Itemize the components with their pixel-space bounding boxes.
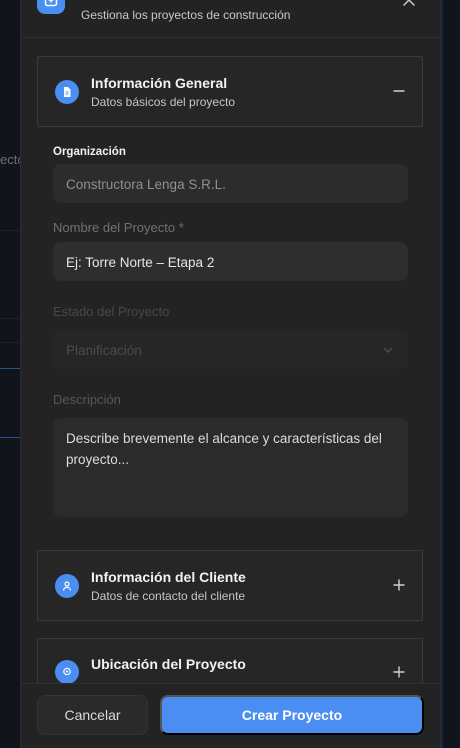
project-name-label: Nombre del Proyecto * xyxy=(53,220,184,235)
location-pin-icon xyxy=(55,660,79,683)
section-location-header[interactable]: Ubicación del Proyecto xyxy=(38,639,422,683)
expand-icon[interactable] xyxy=(392,578,406,592)
organization-label: Organización xyxy=(53,146,126,158)
section-general-header[interactable]: Información General Datos básicos del pr… xyxy=(38,57,422,127)
section-title: Información del Cliente xyxy=(91,569,246,585)
background-right-border xyxy=(441,0,443,748)
section-title: Información General xyxy=(91,75,228,91)
modal-footer: Cancelar Crear Proyecto xyxy=(21,683,440,748)
modal-body[interactable]: Información General Datos básicos del pr… xyxy=(21,39,440,683)
section-general-info[interactable]: Información General Datos básicos del pr… xyxy=(37,56,423,127)
modal-subtitle: Gestiona los proyectos de construcción xyxy=(81,8,291,22)
description-textarea[interactable]: Describe brevemente el alcance y caracte… xyxy=(53,418,408,517)
collapse-icon[interactable] xyxy=(392,84,406,98)
status-value: Planificación xyxy=(66,343,142,358)
section-title: Ubicación del Proyecto xyxy=(91,656,246,672)
cancel-button[interactable]: Cancelar xyxy=(37,695,148,735)
status-select[interactable]: Planificación xyxy=(53,330,408,369)
modal-header: Gestiona los proyectos de construcción xyxy=(21,0,440,38)
user-icon xyxy=(55,574,79,598)
section-client-info[interactable]: Información del Cliente Datos de contact… xyxy=(37,550,423,621)
section-client-header[interactable]: Información del Cliente Datos de contact… xyxy=(38,551,422,621)
chevron-down-icon xyxy=(382,344,394,359)
expand-icon[interactable] xyxy=(392,665,406,679)
background-accent-line xyxy=(0,368,22,369)
organization-field: Constructora Lenga S.R.L. xyxy=(53,164,408,203)
new-project-modal: Gestiona los proyectos de construcción I… xyxy=(20,0,441,748)
organization-value: Constructora Lenga S.R.L. xyxy=(66,177,226,192)
project-name-placeholder: Ej: Torre Norte – Etapa 2 xyxy=(66,255,215,270)
background-divider xyxy=(0,318,22,319)
create-project-button[interactable]: Crear Proyecto xyxy=(160,695,424,735)
description-placeholder: Describe brevemente el alcance y caracte… xyxy=(66,431,382,467)
background-divider xyxy=(0,230,22,231)
section-location[interactable]: Ubicación del Proyecto xyxy=(37,638,423,683)
section-subtitle: Datos de contacto del cliente xyxy=(91,589,246,603)
status-label: Estado del Proyecto xyxy=(53,304,170,319)
background-divider xyxy=(0,342,22,343)
section-subtitle: Datos básicos del proyecto xyxy=(91,95,236,109)
close-icon[interactable] xyxy=(401,0,417,8)
background-accent-line xyxy=(0,437,22,438)
document-icon xyxy=(55,80,79,104)
description-label: Descripción xyxy=(53,392,121,407)
add-project-icon xyxy=(37,0,65,14)
project-name-input[interactable]: Ej: Torre Norte – Etapa 2 xyxy=(53,242,408,281)
